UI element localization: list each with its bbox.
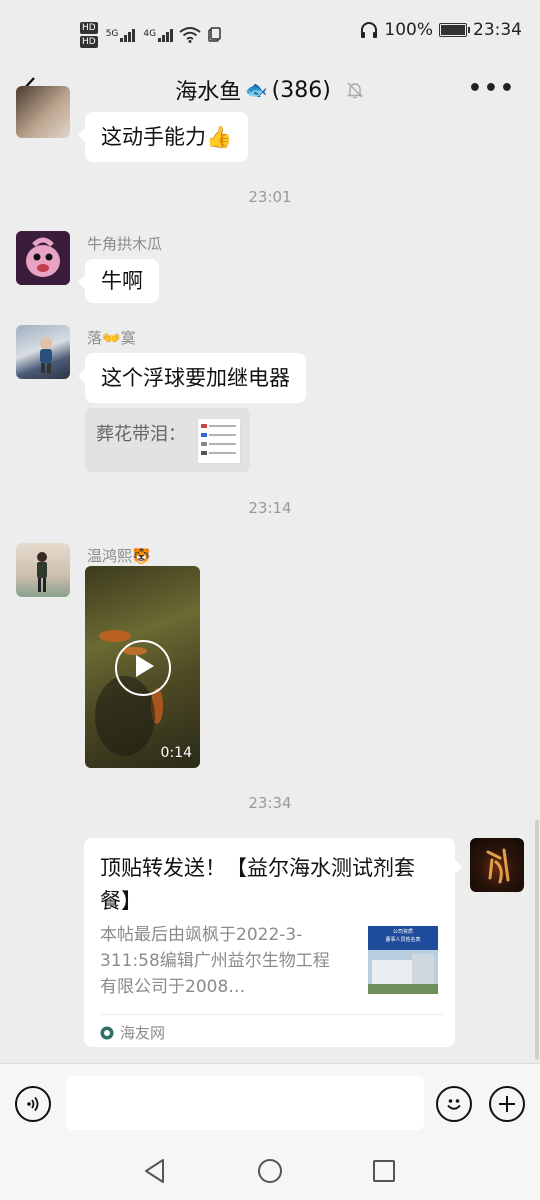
play-icon xyxy=(136,655,154,677)
chat-header: 海水鱼 🐟 (386) ••• xyxy=(0,64,540,114)
fish-emoji: 🐟 xyxy=(245,79,268,101)
status-left: HD HD 5G 4G xyxy=(80,18,221,52)
system-nav-bar xyxy=(0,1145,540,1200)
thumb-line-2: 董事人员姓名表 xyxy=(385,937,421,943)
wifi-icon xyxy=(179,27,201,43)
signal-1-icon: 5G xyxy=(105,28,136,42)
status-right: 100% 23:34 xyxy=(360,20,522,40)
card-divider xyxy=(100,1014,443,1015)
video-message[interactable]: 0:14 xyxy=(85,566,200,768)
avatar-cartoon-image xyxy=(16,231,70,285)
group-name: 海水鱼 xyxy=(175,80,242,105)
mute-bell-icon xyxy=(346,82,363,99)
battery-icon xyxy=(439,23,470,37)
voice-icon xyxy=(27,1096,39,1112)
chat-title: 海水鱼 🐟 (386) xyxy=(0,74,540,106)
add-button[interactable] xyxy=(489,1086,525,1122)
nav-home-icon[interactable] xyxy=(257,1158,283,1184)
sim1-generation: 5G xyxy=(105,28,119,39)
plus-icon xyxy=(499,1096,515,1112)
message-bubble[interactable]: 牛啊 xyxy=(78,259,159,303)
smile-icon xyxy=(447,1099,461,1110)
card-description: 本帖最后由飒枫于2022-3-311:58编辑广州益尔生物工程有限公司于2008… xyxy=(100,925,330,997)
message-bubble[interactable]: 这个浮球要加继电器 xyxy=(78,353,306,403)
source-logo-icon xyxy=(100,1026,114,1039)
sim2-generation: 4G xyxy=(143,28,157,39)
timestamp-3: 23:34 xyxy=(248,794,292,812)
scrollbar[interactable] xyxy=(535,820,539,1060)
more-options-button[interactable]: ••• xyxy=(468,76,516,101)
hd-indicators: HD HD xyxy=(80,22,98,48)
avatar-photo-image xyxy=(40,337,52,373)
member-count: (386) xyxy=(271,77,331,103)
avatar-partial[interactable] xyxy=(16,86,70,138)
quoted-reply[interactable]: 葬花带泪： xyxy=(85,408,250,472)
sender-name: 落👐寞 xyxy=(87,329,136,347)
sender-name: 牛角拱木瓜 xyxy=(87,235,163,253)
avatar-self[interactable] xyxy=(470,838,524,892)
avatar-calligraphy-image xyxy=(486,848,510,884)
voice-button[interactable] xyxy=(15,1086,51,1122)
sender-name: 温鸿熙🐯 xyxy=(87,547,151,565)
nav-back-icon[interactable] xyxy=(143,1158,167,1184)
avatar-photo-image xyxy=(37,552,47,592)
card-thumbnail-image: 公司资质 董事人员姓名表 xyxy=(368,926,438,994)
headphones-icon xyxy=(361,22,378,38)
avatar-luomo[interactable] xyxy=(16,325,70,379)
hd-bottom-badge: HD xyxy=(80,36,98,48)
video-duration: 0:14 xyxy=(160,745,192,761)
thumb-line-1: 公司资质 xyxy=(392,929,413,935)
status-bar: HD HD 5G 4G 100% 23:34 xyxy=(0,0,540,64)
card-title: 顶贴转发送！【益尔海水测试剂套餐】 xyxy=(100,856,415,913)
card-source-name: 海友网 xyxy=(120,1024,166,1042)
message-bubble-partial[interactable]: 这动手能力👍 xyxy=(77,112,249,162)
message-input[interactable] xyxy=(66,1076,424,1130)
play-button[interactable] xyxy=(115,640,171,696)
avatar-niujiao[interactable] xyxy=(16,231,70,285)
avatar-wenhongxi[interactable] xyxy=(16,543,70,597)
emoji-button[interactable] xyxy=(436,1086,472,1122)
timestamp-1: 23:01 xyxy=(248,188,292,206)
quote-author: 葬花带泪： xyxy=(96,424,186,445)
quote-thumbnail-image xyxy=(197,418,241,464)
signal-2-icon: 4G xyxy=(143,28,174,42)
hd-top-badge: HD xyxy=(80,22,98,34)
nav-recents-icon[interactable] xyxy=(372,1159,396,1183)
input-bar xyxy=(0,1063,540,1146)
clock: 23:34 xyxy=(473,20,522,40)
card-source: 海友网 xyxy=(100,1022,165,1043)
battery-percent: 100% xyxy=(384,20,433,40)
timestamp-2: 23:14 xyxy=(248,499,292,517)
nfc-icon xyxy=(208,27,221,42)
link-card-message[interactable]: 顶贴转发送！【益尔海水测试剂套餐】 本帖最后由飒枫于2022-3-311:58编… xyxy=(84,838,462,1047)
